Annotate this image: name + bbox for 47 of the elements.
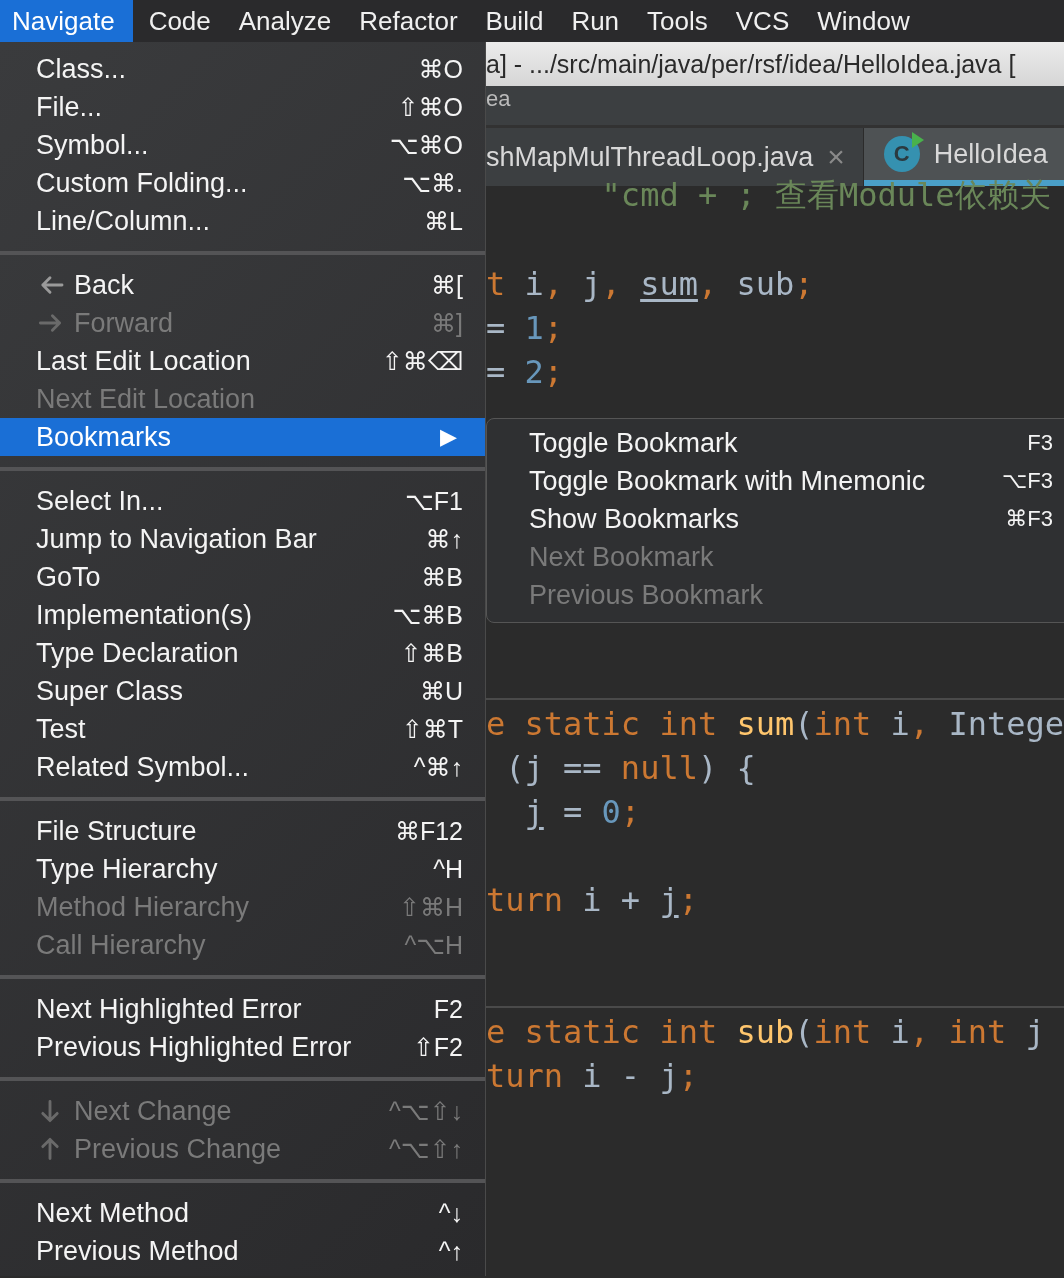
code-line: (j == null) { xyxy=(504,749,756,787)
menu-item[interactable]: Type Declaration ⇧⌘B xyxy=(0,634,485,672)
menu-item[interactable]: Select In... ⌥F1 xyxy=(0,482,485,520)
menu-item[interactable]: Bookmarks ▶ xyxy=(0,418,485,456)
menu-item[interactable]: Symbol... ⌥⌘O xyxy=(0,126,485,164)
code-line: t i, j, sum, sub; xyxy=(486,265,814,303)
menu-bar-item[interactable]: VCS xyxy=(723,0,802,42)
window-title: a] - .../src/main/java/per/rsf/idea/HelloIdea.java [ xyxy=(486,49,1016,79)
menu-item[interactable]: GoTo ⌘B xyxy=(0,558,485,596)
menu-item[interactable]: Previous Highlighted Error ⇧F2 xyxy=(0,1028,485,1066)
menu-item[interactable]: Custom Folding... ⌥⌘. xyxy=(0,164,485,202)
menu-bar-item[interactable]: Window xyxy=(805,0,922,42)
menu-item[interactable]: Related Symbol... ^⌘↑ xyxy=(0,748,485,786)
menu-item[interactable]: Jump to Navigation Bar ⌘↑ xyxy=(0,520,485,558)
breadcrumb[interactable]: ea xyxy=(486,86,511,112)
submenu-arrow-icon: ▶ xyxy=(440,424,463,450)
menu-item[interactable]: Super Class ⌘U xyxy=(0,672,485,710)
menu-item[interactable]: File... ⇧⌘O xyxy=(0,88,485,126)
code-line: turn i + j; xyxy=(486,881,698,919)
menu-item[interactable]: Last Edit Location ⇧⌘⌫ xyxy=(0,342,485,380)
menu-item[interactable]: Test ⇧⌘T xyxy=(0,710,485,748)
menu-bar-item[interactable]: Code xyxy=(136,0,223,42)
menu-bar-item[interactable]: Analyze xyxy=(226,0,344,42)
menu-item[interactable]: File Structure ⌘F12 xyxy=(0,812,485,850)
menu-item[interactable]: Toggle Bookmark with Mnemonic ⌥F3 xyxy=(487,462,1064,500)
right-arrow-icon xyxy=(36,311,64,335)
menu-item[interactable]: Implementation(s) ⌥⌘B xyxy=(0,596,485,634)
menu-item[interactable]: Back ⌘[ xyxy=(0,266,485,304)
code-line: = 2; xyxy=(486,353,564,391)
code-line: e static int sub(int i, int j xyxy=(486,1013,1045,1051)
menu-item[interactable]: Show Bookmarks ⌘F3 xyxy=(487,500,1064,538)
menu-item[interactable]: Class... ⌘O xyxy=(0,50,485,88)
menu-bar-item[interactable]: Navigate xyxy=(0,0,133,42)
code-line: = 1; xyxy=(486,309,564,347)
code-line: turn i - j; xyxy=(486,1057,698,1095)
menu-item[interactable]: Previous Method ^↑ xyxy=(0,1232,485,1270)
code-line: e static int sum(int i, Intege xyxy=(486,705,1064,743)
menu-item[interactable]: Next Highlighted Error F2 xyxy=(0,990,485,1028)
menu-bar-item[interactable]: Tools xyxy=(635,0,720,42)
menu-item[interactable]: Type Hierarchy ^H xyxy=(0,850,485,888)
code-line: j = 0; xyxy=(523,793,641,831)
menu-bar-item[interactable]: Run xyxy=(559,0,632,42)
menu-item[interactable]: Next Method ^↓ xyxy=(0,1194,485,1232)
menu-item[interactable]: Line/Column... ⌘L xyxy=(0,202,485,240)
menu-bar-item[interactable]: Build xyxy=(473,0,556,42)
menu-item[interactable]: Toggle Bookmark F3 xyxy=(487,424,1064,462)
menu-bar-item[interactable]: Refactor xyxy=(347,0,470,42)
